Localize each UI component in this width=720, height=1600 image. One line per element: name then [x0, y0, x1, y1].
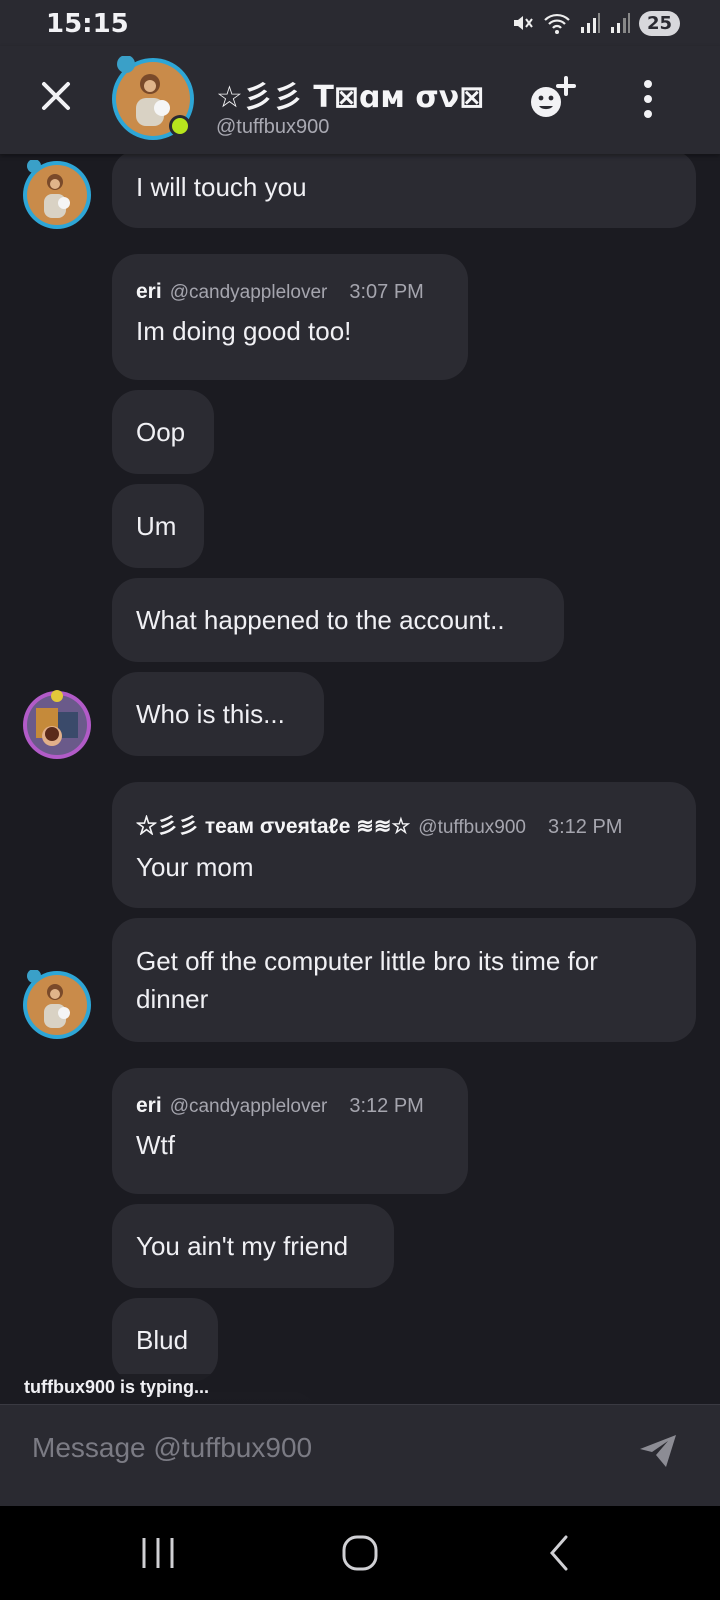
- signal-icon-2: [610, 13, 630, 33]
- typing-text: tuffbux900 is typing...: [24, 1377, 210, 1397]
- message-timestamp: 3:12 PM: [547, 816, 623, 838]
- wifi-icon: [544, 13, 570, 34]
- status-bar: 15:15 25: [0, 0, 720, 46]
- battery-indicator: 25: [638, 10, 680, 36]
- message-text: Um: [136, 511, 177, 541]
- message-bubble[interactable]: Blud: [112, 1298, 218, 1382]
- message-text: You ain't my friend: [136, 1231, 349, 1261]
- message-text: Wtf: [136, 1130, 175, 1160]
- author-handle: @candyapplelover: [169, 1096, 328, 1117]
- message-bubble[interactable]: eri @candyapplelover 3:07 PM Im doing go…: [112, 254, 468, 380]
- message-text: Who is this...: [136, 699, 285, 729]
- system-navigation-bar: [0, 1506, 720, 1600]
- status-icons: 25: [511, 10, 680, 36]
- message-bubble[interactable]: What happened to the account..: [112, 578, 564, 662]
- close-icon: [42, 82, 70, 110]
- back-button[interactable]: [530, 1526, 590, 1580]
- author-name[interactable]: eri: [136, 1094, 162, 1118]
- message-bubble[interactable]: Get off the computer little bro its time…: [112, 918, 696, 1042]
- add-friend-button[interactable]: [524, 76, 580, 122]
- author-handle: @tuffbux900: [418, 817, 526, 838]
- sender-avatar[interactable]: [22, 969, 92, 1040]
- message-list[interactable]: I will touch you eri @candyapplelover 3:…: [0, 154, 720, 1404]
- message-text: What happened to the account..: [136, 605, 505, 635]
- back-icon: [550, 1535, 568, 1571]
- message-bubble[interactable]: Who is this...: [112, 672, 324, 756]
- message-bubble[interactable]: ☆彡彡 тeaм σνeяtaℓe ≋≋☆ @tuffbux900 3:12 P…: [112, 782, 696, 908]
- message-text: Blud: [136, 1325, 189, 1355]
- mute-icon: [513, 16, 533, 30]
- message-meta: eri @candyapplelover 3:07 PM: [136, 280, 444, 304]
- sender-avatar[interactable]: [22, 690, 92, 760]
- message-bubble[interactable]: I will touch you: [112, 154, 696, 228]
- conversation-title[interactable]: ☆彡彡 Т⊠ɑм σν⊠: [216, 72, 486, 116]
- author-handle: @candyapplelover: [169, 282, 328, 303]
- message-text: I will touch you: [136, 172, 307, 202]
- message-meta: eri @candyapplelover 3:12 PM: [136, 1094, 444, 1118]
- header-avatar[interactable]: [110, 55, 196, 142]
- message-text: Get off the computer little bro its time…: [136, 946, 598, 1014]
- message-meta: ☆彡彡 тeaм σνeяtaℓe ≋≋☆ @tuffbux900 3:12 P…: [136, 810, 672, 840]
- message-bubble[interactable]: Um: [112, 484, 204, 568]
- send-button[interactable]: [636, 1431, 680, 1471]
- message-bubble[interactable]: eri @candyapplelover 3:12 PM Wtf: [112, 1068, 468, 1194]
- message-text: Your mom: [136, 852, 254, 882]
- more-vertical-icon: [644, 80, 652, 118]
- online-status-dot: [172, 118, 188, 134]
- sender-avatar[interactable]: [22, 159, 92, 230]
- recents-button[interactable]: [128, 1526, 188, 1580]
- status-time: 15:15: [46, 9, 129, 39]
- conversation-handle: @tuffbux900: [216, 116, 330, 138]
- signal-icon: [580, 13, 600, 33]
- message-timestamp: 3:12 PM: [349, 1095, 424, 1117]
- home-button[interactable]: [330, 1526, 390, 1580]
- recents-icon: [142, 1538, 174, 1568]
- dm-header: ☆彡彡 Т⊠ɑм σν⊠ @tuffbux900: [0, 46, 720, 154]
- home-icon: [342, 1535, 378, 1571]
- send-icon: [640, 1435, 676, 1467]
- message-bubble[interactable]: Oop: [112, 390, 214, 474]
- message-composer: [0, 1404, 720, 1506]
- message-text: Im doing good too!: [136, 316, 352, 346]
- message-text: Oop: [136, 417, 186, 447]
- message-timestamp: 3:07 PM: [349, 281, 424, 303]
- author-name[interactable]: ☆彡彡 тeaм σνeяtaℓe ≋≋☆: [136, 810, 410, 840]
- message-bubble[interactable]: You ain't my friend: [112, 1204, 394, 1288]
- add-friend-icon: [531, 76, 576, 117]
- more-options-button[interactable]: [628, 76, 668, 122]
- message-input[interactable]: [14, 1419, 614, 1477]
- close-button[interactable]: [36, 76, 76, 116]
- typing-indicator: tuffbux900 is typing...: [0, 1374, 720, 1404]
- author-name[interactable]: eri: [136, 280, 162, 304]
